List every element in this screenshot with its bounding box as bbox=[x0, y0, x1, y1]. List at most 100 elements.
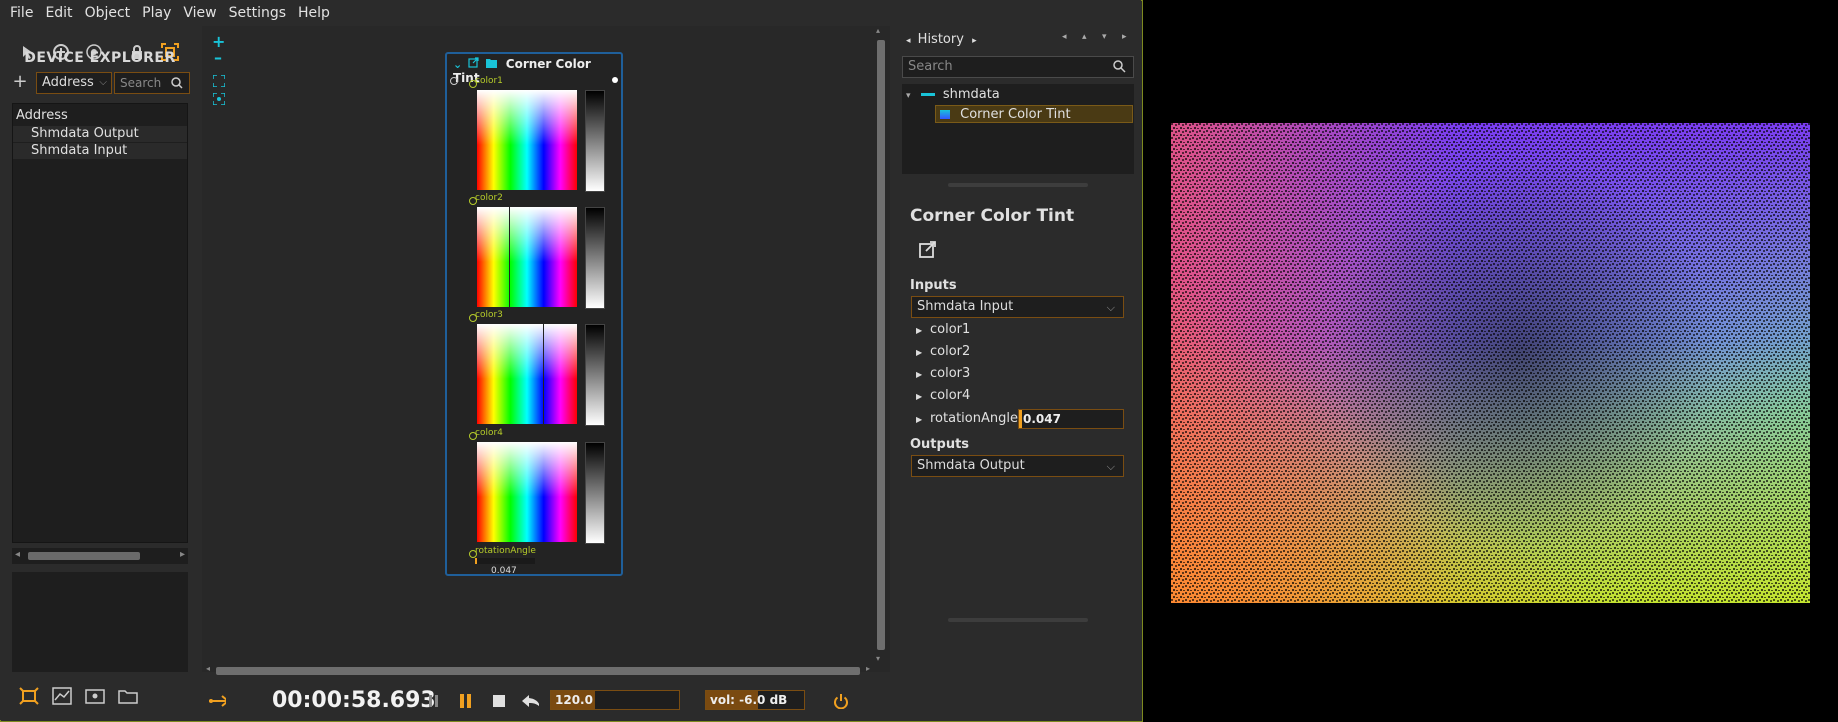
scroll-up-icon[interactable]: ▴ bbox=[876, 26, 880, 35]
input-device-select[interactable]: Shmdata Input ⌵ bbox=[911, 296, 1124, 318]
device-explorer-title: DEVICE EXPLORER bbox=[24, 50, 176, 66]
device-item-shmdata-input[interactable]: Shmdata Input bbox=[13, 143, 187, 159]
output-device-select[interactable]: Shmdata Output ⌵ bbox=[911, 455, 1124, 477]
zoom-selection-icon[interactable] bbox=[212, 90, 226, 109]
expand-icon[interactable]: ▶ bbox=[916, 348, 930, 357]
rotation-slider[interactable] bbox=[475, 558, 535, 564]
device-tree-scrollbar[interactable]: ◂ ▸ bbox=[12, 548, 188, 564]
playback-time: 00:00:58.693 bbox=[272, 688, 436, 713]
process-node[interactable]: ⌄ Corner Color Tint color1 color2 color3… bbox=[445, 52, 623, 576]
node-outlet[interactable] bbox=[612, 77, 618, 83]
folder-icon[interactable] bbox=[117, 686, 139, 706]
pause-icon[interactable] bbox=[425, 692, 443, 710]
history-prev-icon[interactable]: ◂ bbox=[906, 36, 911, 46]
splitter-handle[interactable] bbox=[948, 183, 1088, 187]
param-color4[interactable]: ▶ color4 bbox=[916, 388, 970, 403]
volume-field[interactable]: vol: -6.0 dB bbox=[705, 690, 805, 710]
curve-icon[interactable] bbox=[51, 686, 73, 706]
dock-right-icon[interactable]: ▸ bbox=[1122, 32, 1127, 42]
power-icon[interactable] bbox=[832, 692, 850, 710]
inputs-label: Inputs bbox=[910, 278, 957, 293]
color-cursor[interactable] bbox=[543, 324, 544, 424]
param-color3[interactable]: ▶ color3 bbox=[916, 366, 970, 381]
color-cursor[interactable] bbox=[509, 207, 510, 307]
dock-down-icon[interactable]: ▾ bbox=[1102, 32, 1107, 42]
play-pause-icon[interactable] bbox=[457, 692, 475, 710]
history-item-shmdata[interactable]: ▾ shmdata bbox=[906, 86, 1000, 104]
param-rotationangle[interactable]: ▶ rotationAngle bbox=[916, 411, 1018, 426]
brightness-slider-color3[interactable] bbox=[585, 324, 605, 426]
canvas-vertical-scrollbar[interactable]: ▴ ▾ bbox=[874, 26, 886, 666]
color-picker-color4[interactable] bbox=[477, 442, 577, 542]
scroll-thumb[interactable] bbox=[877, 40, 885, 650]
history-search-input[interactable]: Search bbox=[902, 56, 1134, 78]
node-inlet[interactable] bbox=[450, 77, 458, 85]
history-header: ◂ History ▸ bbox=[906, 32, 977, 47]
history-next-icon[interactable]: ▸ bbox=[972, 36, 977, 46]
expand-icon[interactable]: ▶ bbox=[916, 415, 930, 424]
param-color1[interactable]: ▶ color1 bbox=[916, 322, 970, 337]
video-output-preview bbox=[1171, 123, 1810, 603]
expand-icon[interactable]: ▾ bbox=[906, 91, 911, 101]
search-icon bbox=[1113, 60, 1126, 80]
color-picker-color3[interactable] bbox=[477, 324, 577, 424]
external-link-icon[interactable] bbox=[468, 57, 480, 71]
history-item-corner-color-tint[interactable]: Corner Color Tint bbox=[935, 105, 1133, 123]
device-icon bbox=[920, 93, 935, 96]
zoom-fit-icon[interactable] bbox=[212, 72, 226, 91]
device-search-input[interactable]: Search bbox=[114, 72, 190, 94]
menu-view[interactable]: View bbox=[183, 5, 216, 21]
splitter-handle[interactable] bbox=[948, 618, 1088, 622]
menu-help[interactable]: Help bbox=[298, 5, 330, 21]
collapse-icon[interactable]: ⌄ bbox=[453, 58, 462, 71]
rotation-value: 0.047 bbox=[491, 566, 517, 576]
port-label-color4: color4 bbox=[475, 428, 503, 438]
canvas-horizontal-scrollbar[interactable]: ◂ ▸ bbox=[206, 664, 870, 678]
color-picker-color2[interactable] bbox=[477, 207, 577, 307]
brightness-slider-color2[interactable] bbox=[585, 207, 605, 309]
menu-settings[interactable]: Settings bbox=[229, 5, 286, 21]
scenario-icon[interactable] bbox=[18, 686, 40, 706]
loop-arrow-icon[interactable] bbox=[208, 692, 226, 710]
address-select[interactable]: Address ⌵ bbox=[36, 72, 112, 94]
zoom-toolbar: + – bbox=[210, 30, 230, 110]
menu-object[interactable]: Object bbox=[85, 5, 131, 21]
menu-edit[interactable]: Edit bbox=[45, 5, 72, 21]
menu-play[interactable]: Play bbox=[142, 5, 171, 21]
device-item-shmdata-output[interactable]: Shmdata Output bbox=[13, 126, 187, 142]
node-header[interactable]: ⌄ Corner Color Tint bbox=[453, 57, 615, 85]
scroll-thumb[interactable] bbox=[216, 667, 860, 675]
color-picker-color1[interactable] bbox=[477, 90, 577, 190]
folder-open-icon[interactable] bbox=[485, 57, 498, 71]
scroll-left-icon[interactable]: ◂ bbox=[206, 664, 210, 673]
expand-icon[interactable]: ▶ bbox=[916, 392, 930, 401]
param-color2[interactable]: ▶ color2 bbox=[916, 344, 970, 359]
dock-up-icon[interactable]: ▴ bbox=[1082, 32, 1087, 42]
expand-icon[interactable]: ▶ bbox=[916, 326, 930, 335]
scroll-thumb[interactable] bbox=[28, 552, 140, 560]
port-label-rotationangle: rotationAngle bbox=[475, 546, 536, 556]
zoom-out-icon[interactable]: – bbox=[214, 48, 222, 67]
scroll-right-icon[interactable]: ▸ bbox=[866, 664, 870, 673]
rotation-angle-field[interactable]: 0.047 bbox=[1018, 409, 1124, 429]
tree-header: Address bbox=[16, 108, 68, 123]
secondary-panel bbox=[12, 572, 188, 672]
chevron-down-icon: ⌵ bbox=[99, 77, 107, 88]
stop-icon[interactable] bbox=[490, 692, 508, 710]
scroll-left-icon[interactable]: ◂ bbox=[15, 549, 20, 560]
scroll-down-icon[interactable]: ▾ bbox=[876, 654, 880, 663]
expand-icon[interactable]: ▶ bbox=[916, 370, 930, 379]
scroll-right-icon[interactable]: ▸ bbox=[180, 549, 185, 560]
tempo-field[interactable]: 120.0 bbox=[550, 690, 680, 710]
history-title: History bbox=[917, 32, 964, 47]
device-tree: Address Shmdata Output Shmdata Input bbox=[12, 103, 188, 543]
menu-file[interactable]: File bbox=[10, 5, 33, 21]
brightness-slider-color4[interactable] bbox=[585, 442, 605, 544]
add-device-button[interactable]: + bbox=[12, 72, 28, 94]
brightness-slider-color1[interactable] bbox=[585, 90, 605, 192]
open-external-icon[interactable] bbox=[918, 240, 940, 262]
library-icon[interactable] bbox=[84, 686, 106, 706]
reinit-icon[interactable] bbox=[521, 692, 539, 710]
rotation-fill bbox=[1019, 410, 1022, 428]
dock-left-icon[interactable]: ◂ bbox=[1062, 32, 1067, 42]
